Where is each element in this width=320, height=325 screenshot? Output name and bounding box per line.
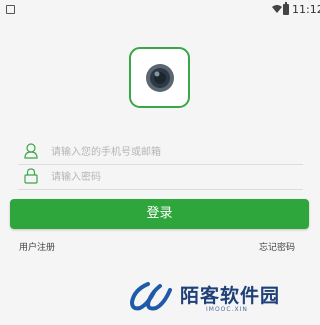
notification-icon — [6, 5, 15, 14]
account-field — [18, 140, 303, 165]
status-bar: 11:12 — [0, 0, 320, 20]
battery-icon — [283, 2, 289, 15]
lock-icon — [24, 168, 38, 184]
wifi-icon — [272, 5, 282, 13]
account-input[interactable] — [51, 143, 291, 161]
watermark-subtitle: IMOOC.XIN — [206, 306, 248, 313]
status-time: 11:12 — [292, 3, 320, 16]
login-button[interactable]: 登录 — [10, 199, 309, 229]
user-icon — [24, 143, 38, 159]
register-link[interactable]: 用户注册 — [19, 240, 55, 253]
password-input[interactable] — [51, 168, 291, 186]
password-field — [18, 165, 303, 190]
forgot-password-link[interactable]: 忘记密码 — [259, 240, 295, 253]
app-logo — [129, 47, 190, 108]
watermark-logo-icon — [130, 282, 172, 311]
watermark-title: 陌客软件园 — [180, 285, 281, 307]
camera-lens-icon — [146, 64, 174, 92]
